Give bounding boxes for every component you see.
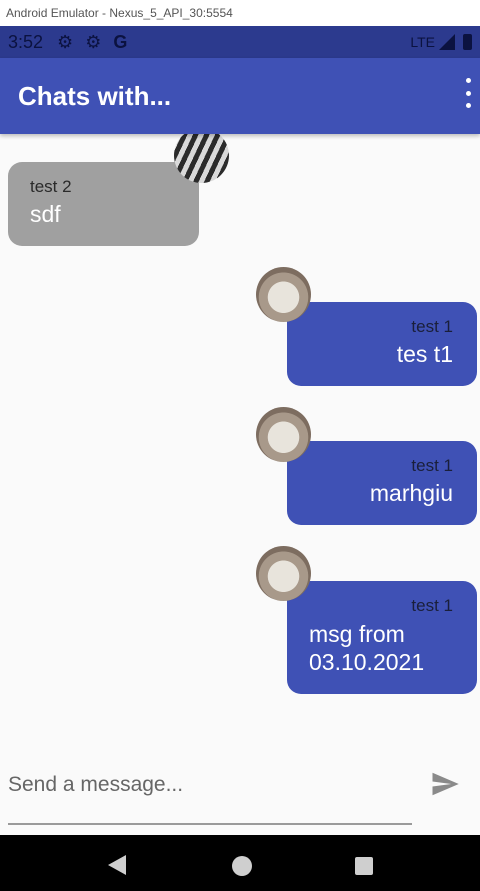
- message-bubble-outgoing: test 1 marhgiu: [287, 441, 477, 525]
- signal-icon: [439, 34, 455, 50]
- back-icon[interactable]: [108, 855, 126, 875]
- status-time: 3:52: [8, 31, 44, 52]
- status-bar: 3:52 ⚙ ⚙ G LTE: [0, 26, 480, 58]
- message-bubble-outgoing: test 1 msg from 03.10.2021: [287, 581, 477, 694]
- recents-icon[interactable]: [355, 857, 373, 875]
- network-type-label: LTE: [410, 34, 435, 50]
- message-composer: [0, 755, 480, 835]
- sender-avatar[interactable]: [256, 267, 311, 322]
- chat-message-list[interactable]: test 2 sdf test 1 tes t1 test 1 marhgiu …: [0, 128, 480, 754]
- message-bubble-incoming: test 2 sdf: [8, 162, 199, 246]
- message-text: marhgiu: [369, 480, 453, 506]
- battery-icon: [463, 34, 472, 50]
- sender-avatar[interactable]: [174, 128, 229, 183]
- gear-icon: ⚙: [57, 31, 74, 52]
- send-icon[interactable]: [428, 769, 462, 799]
- message-sender: test 2: [30, 177, 72, 196]
- message-text: tes t1: [396, 341, 453, 367]
- message-sender: test 1: [411, 596, 453, 615]
- app-title: Chats with...: [18, 80, 172, 111]
- gear-icon: ⚙: [85, 31, 102, 52]
- home-icon[interactable]: [232, 856, 252, 876]
- system-navigation-bar: [0, 835, 480, 891]
- message-input[interactable]: [8, 763, 412, 807]
- message-sender: test 1: [411, 456, 453, 475]
- message-bubble-outgoing: test 1 tes t1: [287, 302, 477, 386]
- status-right-group: LTE: [410, 34, 472, 50]
- app-bar: Chats with...: [0, 58, 480, 134]
- message-sender: test 1: [411, 317, 453, 336]
- sender-avatar[interactable]: [256, 546, 311, 601]
- message-text: msg from 03.10.2021: [309, 621, 425, 675]
- input-underline: [8, 823, 412, 825]
- emulator-window-title: Android Emulator - Nexus_5_API_30:5554: [0, 0, 480, 26]
- message-text: sdf: [30, 201, 61, 227]
- overflow-menu-icon[interactable]: [460, 78, 476, 108]
- sender-avatar[interactable]: [256, 407, 311, 462]
- google-icon: G: [113, 31, 128, 52]
